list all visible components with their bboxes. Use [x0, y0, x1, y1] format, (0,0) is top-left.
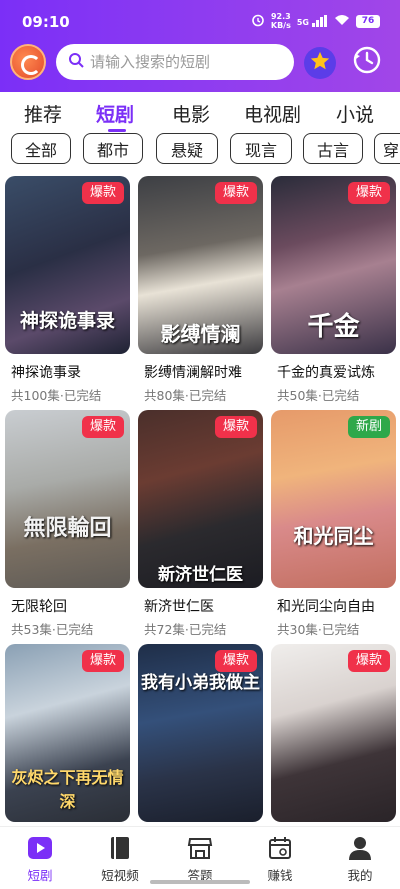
- tab-novel[interactable]: 小说: [336, 100, 374, 127]
- nav-label: 短视频: [101, 868, 139, 883]
- wifi-icon: [334, 14, 350, 29]
- network-speed: 92.3 KB/s: [271, 12, 291, 30]
- genre-filter: 全部 都市 悬疑 现言 古言 穿: [0, 132, 400, 166]
- drama-poster[interactable]: 無限輪回 爆款: [5, 410, 130, 588]
- drama-meta: 共30集·已完结: [277, 622, 360, 637]
- alarm-icon: [251, 13, 265, 30]
- drama-title: 影缚情澜解时难: [144, 365, 242, 381]
- hot-badge: 爆款: [347, 182, 390, 204]
- drama-title: 和光同尘向自由: [277, 599, 375, 615]
- book-icon: [107, 835, 133, 861]
- history-icon: [352, 45, 382, 79]
- app-logo[interactable]: [10, 44, 46, 80]
- hot-badge: 爆款: [214, 182, 257, 204]
- chip-suspense[interactable]: 悬疑: [156, 133, 218, 164]
- drama-poster[interactable]: 爆款: [271, 644, 396, 822]
- nav-label: 赚钱: [267, 868, 293, 883]
- drama-meta: 共72集·已完结: [144, 622, 227, 637]
- drama-poster[interactable]: 新济世仁医 爆款: [138, 410, 263, 588]
- nav-quiz[interactable]: 答题: [160, 835, 240, 884]
- drama-meta: 共50集·已完结: [277, 388, 360, 403]
- favorites-button[interactable]: [304, 47, 336, 79]
- tab-recommend[interactable]: 推荐: [24, 100, 62, 127]
- history-button[interactable]: [350, 45, 384, 79]
- drama-poster[interactable]: 神探诡事录 爆款: [5, 176, 130, 354]
- nav-short-drama[interactable]: 短剧: [0, 835, 80, 884]
- hot-badge: 爆款: [81, 182, 124, 204]
- speed-value: 92.3: [270, 12, 291, 21]
- tab-short-drama[interactable]: 短剧: [96, 100, 134, 127]
- poster-title: 新济世仁医: [158, 565, 243, 585]
- status-time: 09:10: [22, 13, 70, 31]
- top-toolbar: [0, 40, 400, 86]
- calendar-icon: [267, 835, 293, 861]
- category-tabs: 推荐 短剧 电影 电视剧 小说: [0, 92, 400, 132]
- drama-meta: 共80集·已完结: [144, 388, 227, 403]
- hot-badge: 爆款: [347, 650, 390, 672]
- nav-earn[interactable]: 赚钱: [240, 835, 320, 884]
- new-badge: 新剧: [347, 416, 390, 438]
- speed-unit: KB/s: [270, 21, 291, 30]
- chip-modern-romance[interactable]: 现言: [230, 133, 292, 164]
- store-icon: [187, 835, 213, 861]
- poster-title: 影缚情澜: [160, 322, 241, 346]
- play-icon: [27, 835, 53, 861]
- drama-poster[interactable]: 我有小弟我做主 爆款: [138, 644, 263, 822]
- chip-all[interactable]: 全部: [11, 133, 71, 164]
- chip-ancient-romance[interactable]: 古言: [303, 133, 363, 164]
- status-bar: 09:10 92.3 KB/s 5G 76: [0, 0, 400, 40]
- drama-title: 神探诡事录: [11, 365, 81, 381]
- drama-poster[interactable]: 千金 爆款: [271, 176, 396, 354]
- poster-title: 千金: [307, 312, 360, 342]
- status-icons: 92.3 KB/s 5G 76: [251, 12, 380, 30]
- search-box[interactable]: [56, 44, 294, 80]
- nav-short-video[interactable]: 短视频: [80, 835, 160, 884]
- hot-badge: 爆款: [214, 650, 257, 672]
- drama-meta: 共100集·已完结: [11, 388, 102, 403]
- nav-mine[interactable]: 我的: [320, 835, 400, 884]
- poster-title: 和光同尘: [293, 524, 374, 548]
- drama-poster[interactable]: 灰烬之下再无情深 爆款: [5, 644, 130, 822]
- hot-badge: 爆款: [81, 416, 124, 438]
- chip-time-travel[interactable]: 穿: [374, 133, 400, 164]
- drama-title: 新济世仁医: [144, 599, 214, 615]
- search-icon: [68, 52, 84, 72]
- battery-icon: 76: [356, 14, 380, 28]
- hot-badge: 爆款: [214, 416, 257, 438]
- tab-movie[interactable]: 电影: [172, 100, 210, 127]
- drama-meta: 共53集·已完结: [11, 622, 94, 637]
- home-indicator: [150, 880, 250, 884]
- signal-icon: 5G: [297, 15, 328, 27]
- chip-urban[interactable]: 都市: [83, 133, 143, 164]
- drama-title: 千金的真爱试炼: [277, 365, 375, 381]
- drama-poster[interactable]: 和光同尘 新剧: [271, 410, 396, 588]
- poster-title: 無限輪回: [23, 515, 112, 541]
- header-bar: 09:10 92.3 KB/s 5G 76: [0, 0, 400, 92]
- nav-label: 短剧: [27, 868, 53, 883]
- drama-title: 无限轮回: [11, 599, 67, 615]
- hot-badge: 爆款: [81, 650, 124, 672]
- tab-tv-series[interactable]: 电视剧: [244, 100, 301, 127]
- drama-poster[interactable]: 影缚情澜 爆款: [138, 176, 263, 354]
- star-icon: [309, 50, 331, 76]
- poster-title: 神探诡事录: [19, 310, 115, 332]
- search-input[interactable]: [90, 53, 280, 71]
- poster-title: 灰烬之下再无情深: [11, 768, 124, 811]
- person-icon: [347, 835, 373, 861]
- nav-label: 我的: [347, 868, 373, 883]
